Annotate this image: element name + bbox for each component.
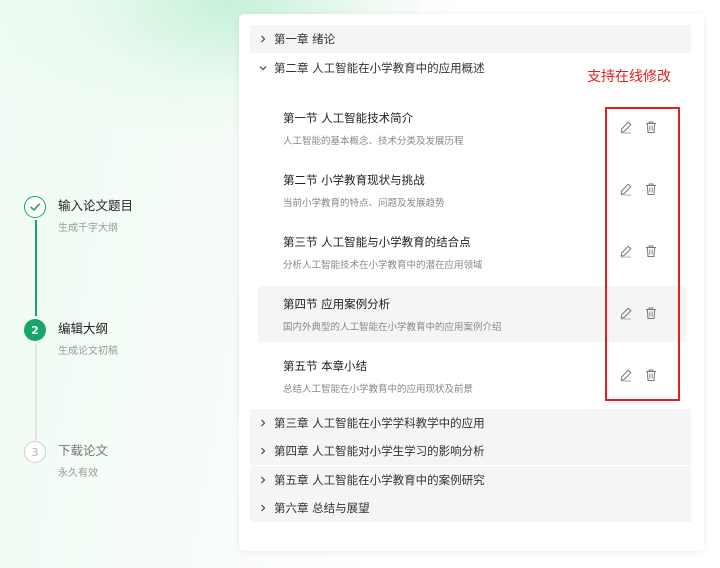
chapter-row[interactable]: 第四章 人工智能对小学生学习的影响分析 [250,437,691,465]
section-description: 人工智能的基本概念、技术分类及发展历程 [283,136,464,147]
step-number-badge: 2 [24,319,46,341]
section-title: 第四节 应用案例分析 [283,297,391,311]
step-connector-completed [35,220,37,316]
chevron-right-icon [256,35,270,43]
chapter-row[interactable]: 第五章 人工智能在小学教育中的案例研究 [250,466,691,494]
step-title: 下载论文 [58,443,109,458]
step-input-title: 输入论文题目 生成千字大纲 [24,196,133,234]
section-description: 当前小学教育的特点、问题及发展趋势 [283,198,445,209]
step-title: 编辑大纲 [58,321,109,336]
section-title: 第三节 人工智能与小学教育的结合点 [283,235,471,249]
chapter-label: 第四章 人工智能对小学生学习的影响分析 [274,444,485,458]
chapter-label: 第一章 绪论 [274,32,336,46]
step-connector-pending [35,344,37,440]
chapter-row[interactable]: 第三章 人工智能在小学学科教学中的应用 [250,409,691,437]
chapter-label: 第二章 人工智能在小学教育中的应用概述 [274,61,485,75]
section-title: 第五节 本章小结 [283,359,368,373]
step-number-badge: 3 [24,441,46,463]
chapter-label: 第五章 人工智能在小学教育中的案例研究 [274,473,485,487]
section-title: 第二节 小学教育现状与挑战 [283,173,425,187]
step-title: 输入论文题目 [58,198,134,213]
chapter-label: 第六章 总结与展望 [274,501,370,515]
chevron-right-icon [256,419,270,427]
chevron-right-icon [256,504,270,512]
chevron-down-icon [256,64,270,72]
chapter-row[interactable]: 第一章 绪论 [250,25,691,53]
annotation-highlight-box [605,107,680,401]
annotation-label: 支持在线修改 [587,69,671,85]
step-subtitle: 永久有效 [58,468,98,479]
chapter-row[interactable]: 第六章 总结与展望 [250,494,691,522]
section-description: 分析人工智能技术在小学教育中的潜在应用领域 [283,260,483,271]
step-edit-outline: 2 编辑大纲 生成论文初稿 [24,319,118,357]
step-subtitle: 生成千字大纲 [58,223,118,234]
chevron-right-icon [256,447,270,455]
step-done-circle [24,196,46,218]
check-icon [30,203,40,211]
section-description: 总结人工智能在小学教育中的应用现状及前景 [283,384,474,395]
step-subtitle: 生成论文初稿 [58,346,118,357]
section-title: 第一节 人工智能技术简介 [283,111,414,125]
section-description: 国内外典型的人工智能在小学教育中的应用案例介绍 [283,322,502,333]
chapter-label: 第三章 人工智能在小学学科教学中的应用 [274,416,485,430]
step-download: 3 下载论文 永久有效 [24,441,108,479]
chevron-right-icon [256,476,270,484]
